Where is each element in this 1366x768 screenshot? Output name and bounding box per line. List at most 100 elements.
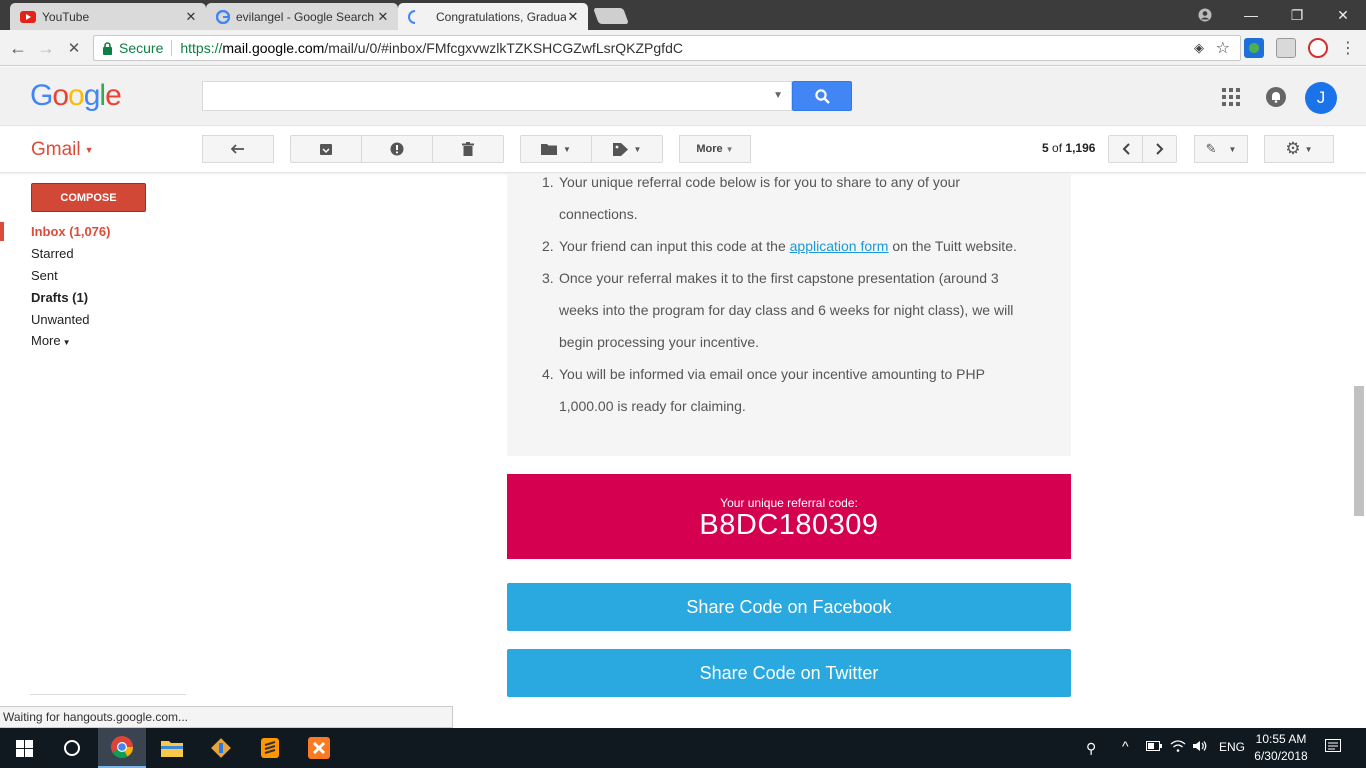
referral-code-label: Your unique referral code: — [720, 496, 858, 510]
tab-youtube[interactable]: YouTube ✕ — [10, 3, 206, 30]
people-icon[interactable]: ⚲ — [1086, 740, 1096, 757]
bookmark-star-icon[interactable]: ☆ — [1216, 38, 1230, 58]
more-actions-button[interactable]: More ▼ — [679, 135, 751, 163]
close-icon[interactable]: ✕ — [376, 9, 390, 25]
input-tools-button[interactable]: ✎ ▼ — [1194, 135, 1248, 163]
back-arrow-icon[interactable]: ← — [6, 36, 30, 60]
delete-button[interactable] — [432, 135, 504, 163]
chevron-up-icon[interactable]: ^ — [1122, 738, 1129, 754]
more-label: More — [696, 143, 723, 155]
battery-icon[interactable] — [1146, 740, 1162, 754]
scrollbar-thumb[interactable] — [1354, 386, 1364, 516]
sublime-text-icon[interactable] — [246, 728, 294, 768]
restore-button[interactable]: ❐ — [1274, 0, 1320, 30]
back-to-inbox-button[interactable] — [202, 135, 274, 163]
chevron-down-icon: ▼ — [725, 144, 734, 154]
apps-grid-icon[interactable] — [1222, 88, 1240, 106]
chrome-icon[interactable] — [98, 728, 146, 768]
newer-button[interactable] — [1108, 135, 1143, 163]
forward-arrow-icon[interactable]: → — [34, 36, 58, 60]
move-to-button[interactable]: ▼ — [520, 135, 592, 163]
tab-title: Congratulations, Graduate — [436, 9, 566, 24]
nav-unwanted[interactable]: Unwanted — [31, 312, 90, 327]
status-bar: Waiting for hangouts.google.com... — [0, 706, 453, 728]
gmail-menu[interactable]: Gmail ▼ — [31, 139, 94, 161]
address-bar[interactable]: Secure https://mail.google.com/mail/u/0/… — [93, 35, 1241, 61]
search-options-icon[interactable]: ▼ — [773, 90, 783, 101]
volume-icon[interactable] — [1192, 740, 1208, 755]
url-divider — [171, 40, 173, 56]
taskbar: ⚲ ^ ENG 10:55 AM 6/30/2018 — [0, 728, 1366, 768]
instructions-list: 1. Your unique referral code below is fo… — [507, 174, 1071, 456]
extension-tool-icon[interactable] — [1276, 38, 1296, 58]
secure-indicator[interactable]: Secure — [94, 40, 163, 56]
tab-congratulations[interactable]: Congratulations, Graduate ✕ — [398, 3, 588, 30]
nav-starred[interactable]: Starred — [31, 246, 74, 261]
action-center-icon[interactable] — [1325, 739, 1341, 758]
tab-google-search[interactable]: evilangel - Google Search ✕ — [206, 3, 398, 30]
compose-button[interactable]: COMPOSE — [31, 183, 146, 212]
archive-icon — [320, 143, 332, 155]
share-facebook-button[interactable]: Share Code on Facebook — [507, 583, 1071, 631]
older-button[interactable] — [1142, 135, 1177, 163]
application-form-link[interactable]: application form — [790, 238, 889, 254]
search-button[interactable] — [792, 81, 852, 111]
chevron-down-icon: ▼ — [1228, 144, 1237, 154]
view-site-icon[interactable]: ◈ — [1194, 40, 1204, 56]
nav-divider — [30, 694, 186, 695]
close-window-button[interactable]: ✕ — [1320, 0, 1366, 30]
tab-title: YouTube — [42, 9, 90, 24]
close-icon[interactable]: ✕ — [566, 9, 580, 25]
referral-code-box: Your unique referral code: B8DC180309 — [507, 474, 1071, 559]
settings-button[interactable]: ⚙ ▼ — [1264, 135, 1334, 163]
gear-icon: ⚙ — [1285, 139, 1301, 158]
list-item: 1. Your unique referral code below is fo… — [542, 174, 961, 222]
profile-icon[interactable] — [1182, 0, 1228, 30]
browser-toolbar: ← → ✕ Secure https://mail.google.com/mai… — [0, 30, 1366, 66]
language-indicator[interactable]: ENG — [1219, 740, 1245, 754]
nav-sent[interactable]: Sent — [31, 268, 58, 283]
labels-button[interactable]: ▼ — [591, 135, 663, 163]
label-icon — [612, 142, 628, 156]
report-spam-button[interactable] — [361, 135, 433, 163]
minimize-button[interactable]: — — [1228, 0, 1274, 30]
gmail-header: Google ▼ J — [0, 67, 1366, 126]
new-tab-button[interactable] — [593, 8, 629, 24]
archive-button[interactable] — [290, 135, 362, 163]
chevron-down-icon: ▼ — [563, 144, 571, 154]
google-logo[interactable]: Google — [30, 79, 122, 113]
search-input[interactable] — [203, 82, 763, 110]
share-twitter-button[interactable]: Share Code on Twitter — [507, 649, 1071, 697]
chevron-right-icon — [1155, 143, 1163, 155]
browser-menu-icon[interactable]: ⋮ — [1336, 36, 1360, 60]
avatar[interactable]: J — [1305, 82, 1337, 114]
nav-more[interactable]: More ▼ — [31, 333, 71, 348]
xampp-icon[interactable] — [295, 728, 343, 768]
back-arrow-icon — [231, 144, 244, 154]
chevron-left-icon — [1122, 143, 1130, 155]
browser-tab-strip: YouTube ✕ evilangel - Google Search ✕ Co… — [0, 0, 1366, 30]
search-icon — [814, 88, 830, 104]
wifi-icon[interactable] — [1170, 740, 1186, 755]
git-app-icon[interactable] — [197, 728, 245, 768]
trash-icon — [462, 142, 474, 156]
extension-globe-icon[interactable] — [1244, 38, 1264, 58]
youtube-icon — [20, 10, 36, 23]
notifications-icon[interactable] — [1266, 87, 1286, 107]
nav-inbox[interactable]: Inbox (1,076) — [31, 224, 110, 239]
extension-red-icon[interactable] — [1308, 38, 1328, 58]
windows-start-icon[interactable] — [0, 728, 48, 768]
clock-time: 10:55 AM — [1255, 732, 1307, 746]
clock[interactable]: 10:55 AM 6/30/2018 — [1252, 731, 1310, 765]
cortana-icon[interactable] — [48, 728, 96, 768]
search-box: ▼ — [202, 81, 792, 111]
referral-code-value: B8DC180309 — [699, 509, 879, 541]
chevron-down-icon: ▼ — [62, 338, 71, 347]
url-text: https://mail.google.com/mail/u/0/#inbox/… — [180, 40, 683, 56]
list-item: 2. Your friend can input this code at th… — [542, 238, 1017, 254]
nav-drafts[interactable]: Drafts (1) — [31, 290, 88, 305]
file-explorer-icon[interactable] — [148, 728, 196, 768]
pagination-text: 5 of 1,196 — [1042, 141, 1096, 155]
close-icon[interactable]: ✕ — [184, 9, 198, 25]
stop-loading-icon[interactable]: ✕ — [62, 36, 86, 60]
